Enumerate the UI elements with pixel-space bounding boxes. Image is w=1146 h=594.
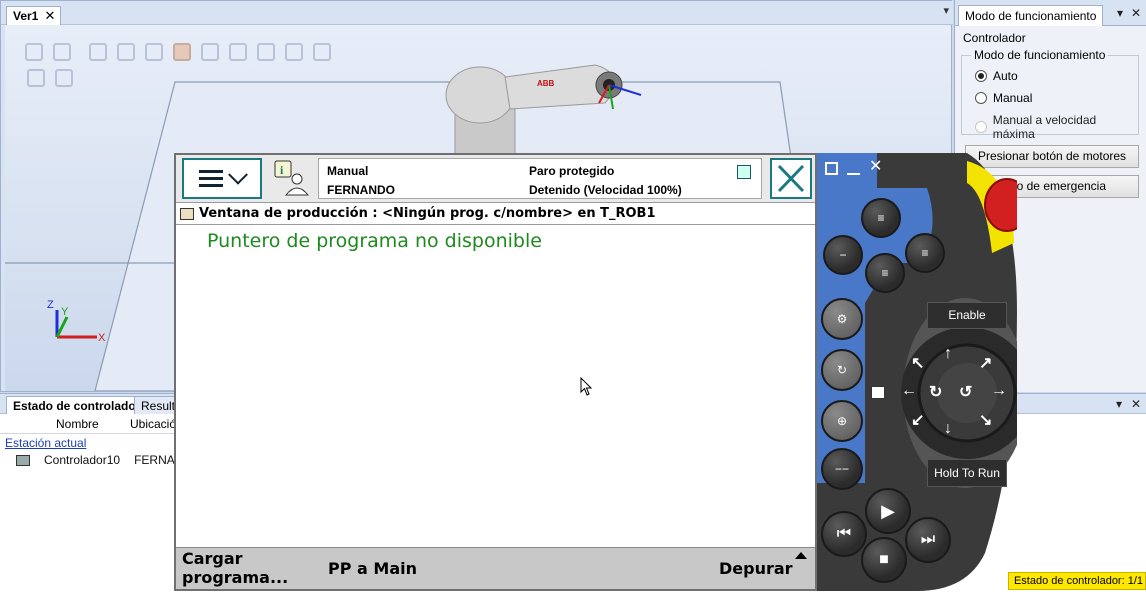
snap-icon[interactable] <box>201 43 219 61</box>
robot-brand-label: ABB <box>537 79 555 88</box>
status-badge: Estado de controlador: 1/1 <box>1007 572 1146 590</box>
step-forward-icon[interactable]: ⏭ <box>905 517 951 563</box>
enable-button[interactable]: Enable <box>927 302 1007 329</box>
joystick-icon[interactable]: ↑ ↓ ← → ↻ ↺ ↖ ↗ ↙ ↘ <box>899 345 1009 438</box>
mode-tabbar: Modo de funcionamiento ▾ ✕ <box>955 0 1146 26</box>
status-box[interactable]: Manual FERNANDO Paro protegido Detenido … <box>318 158 762 199</box>
view-toolbar-play <box>27 69 73 91</box>
controller-label: Controlador <box>963 31 1026 45</box>
flexpendant-command-bar: Cargar programa... PP a Main Depurar <box>176 547 815 589</box>
stop-icon[interactable] <box>55 69 73 87</box>
radio-auto-indicator[interactable] <box>975 70 987 82</box>
radio-manual-full-speed: Manual a velocidad máxima <box>975 113 1138 141</box>
pin-icon[interactable]: ▾ <box>1116 397 1122 411</box>
pendant-button-c[interactable]: ≡ <box>905 233 945 273</box>
chevron-up-icon[interactable] <box>795 552 807 559</box>
close-icon[interactable]: ✕ <box>869 159 882 175</box>
pendant-button-b[interactable]: − <box>823 235 863 275</box>
mode-group: Modo de funcionamiento Auto Manual Manua… <box>961 48 1139 141</box>
stop-icon[interactable]: ■ <box>861 537 907 583</box>
flexpendant-window: i Manual FERNANDO Paro protegido Detenid… <box>174 153 817 591</box>
mode-group-title: Modo de funcionamiento <box>971 48 1109 62</box>
table-header: Nombre Ubicación <box>0 414 183 434</box>
view-toolbar-left <box>25 43 71 65</box>
stop-status: Paro protegido <box>529 164 615 178</box>
user-status: FERNANDO <box>327 183 395 197</box>
select-icon[interactable] <box>145 43 163 61</box>
close-icon[interactable]: ✕ <box>44 8 55 24</box>
increment-button[interactable]: ⊕ <box>821 400 863 442</box>
hold-to-run-button[interactable]: Hold To Run <box>927 459 1007 487</box>
close-icon <box>777 164 805 193</box>
restore-icon[interactable] <box>825 162 838 175</box>
production-window-title: Ventana de producción : <Ningún prog. c/… <box>199 206 656 221</box>
view-tool-icon[interactable] <box>53 43 71 61</box>
pendant-button-a[interactable]: ≡ <box>861 198 901 238</box>
select-icon[interactable] <box>89 43 107 61</box>
info-user-icon[interactable]: i <box>273 159 309 197</box>
production-window-icon <box>180 207 194 220</box>
measure-icon[interactable] <box>313 43 331 61</box>
minimize-icon[interactable] <box>847 162 860 175</box>
chevron-down-icon[interactable]: ▾ <box>943 4 949 17</box>
view-toolbar-main <box>89 43 331 65</box>
tab-ver1-label: Ver1 <box>13 9 39 23</box>
snap-icon[interactable] <box>173 43 191 61</box>
pendant-button-d[interactable]: ≡ <box>865 253 905 293</box>
radio-manual-label: Manual <box>993 91 1033 105</box>
production-window-bar: Ventana de producción : <Ningún prog. c/… <box>176 203 815 225</box>
debug-button[interactable]: Depurar <box>719 559 793 578</box>
controller-name: Controlador10 <box>44 453 121 467</box>
close-icon[interactable]: ✕ <box>1131 397 1141 411</box>
radio-manual-full-speed-label: Manual a velocidad máxima <box>992 113 1097 141</box>
station-link[interactable]: Estación actual <box>5 436 86 450</box>
motion-mode-button[interactable]: ↻ <box>821 349 863 391</box>
main-menu-button[interactable] <box>182 158 262 199</box>
pendant-device: ✕ ≡ − ≡ ≡ ⚙ ↻ ⊕ −− ↑ ↓ ← → ↻ ↺ ↖ ↗ ↙ ↘ E… <box>817 153 1017 591</box>
mode-status: Manual <box>327 164 369 178</box>
tab-operating-mode[interactable]: Modo de funcionamiento <box>958 5 1104 26</box>
flexpendant-header: i Manual FERNANDO Paro protegido Detenid… <box>176 155 815 203</box>
measure-icon[interactable] <box>285 43 303 61</box>
radio-manual-indicator[interactable] <box>975 92 987 104</box>
mouse-cursor-icon <box>580 377 593 396</box>
snap-icon[interactable] <box>229 43 247 61</box>
axis-x-label: X <box>98 332 106 344</box>
axis-z-label: Z <box>47 299 54 311</box>
quickset-icon[interactable] <box>737 165 751 179</box>
radio-auto[interactable]: Auto <box>975 69 1018 83</box>
tab-ver1[interactable]: Ver1 ✕ <box>6 6 62 25</box>
view-tool-icon[interactable] <box>25 43 43 61</box>
step-back-icon[interactable]: ⏮ <box>821 511 867 557</box>
axis-gizmo-icon: X Z Y <box>47 299 106 344</box>
column-name[interactable]: Nombre <box>56 417 99 431</box>
play-icon[interactable] <box>27 69 45 87</box>
view-tabbar: Ver1 ✕ ▾ <box>1 1 953 25</box>
lock-screen-icon[interactable] <box>871 386 885 399</box>
program-pointer-message: Puntero de programa no disponible <box>207 230 542 252</box>
close-button[interactable] <box>770 158 812 199</box>
radio-manual-full-speed-indicator <box>975 121 987 133</box>
chevron-down-icon <box>228 164 248 185</box>
play-icon[interactable]: ▶ <box>865 488 911 534</box>
radio-manual[interactable]: Manual <box>975 91 1032 105</box>
load-program-button[interactable]: Cargar programa... <box>182 549 292 587</box>
speed-status: Detenido (Velocidad 100%) <box>529 183 682 197</box>
radio-auto-label: Auto <box>993 69 1018 83</box>
mech-unit-button[interactable]: ⚙ <box>821 298 863 340</box>
measure-icon[interactable] <box>257 43 275 61</box>
tab-controller-status[interactable]: Estado de controlador <box>6 396 148 414</box>
close-icon[interactable]: ✕ <box>1131 6 1141 20</box>
controller-icon <box>16 454 30 466</box>
select-icon[interactable] <box>117 43 135 61</box>
axis-y-label: Y <box>61 306 69 318</box>
pin-icon[interactable]: ▾ <box>1117 6 1123 20</box>
pendant-dash-button[interactable]: −− <box>821 448 863 490</box>
menu-icon <box>199 170 223 187</box>
pp-to-main-button[interactable]: PP a Main <box>328 559 417 578</box>
